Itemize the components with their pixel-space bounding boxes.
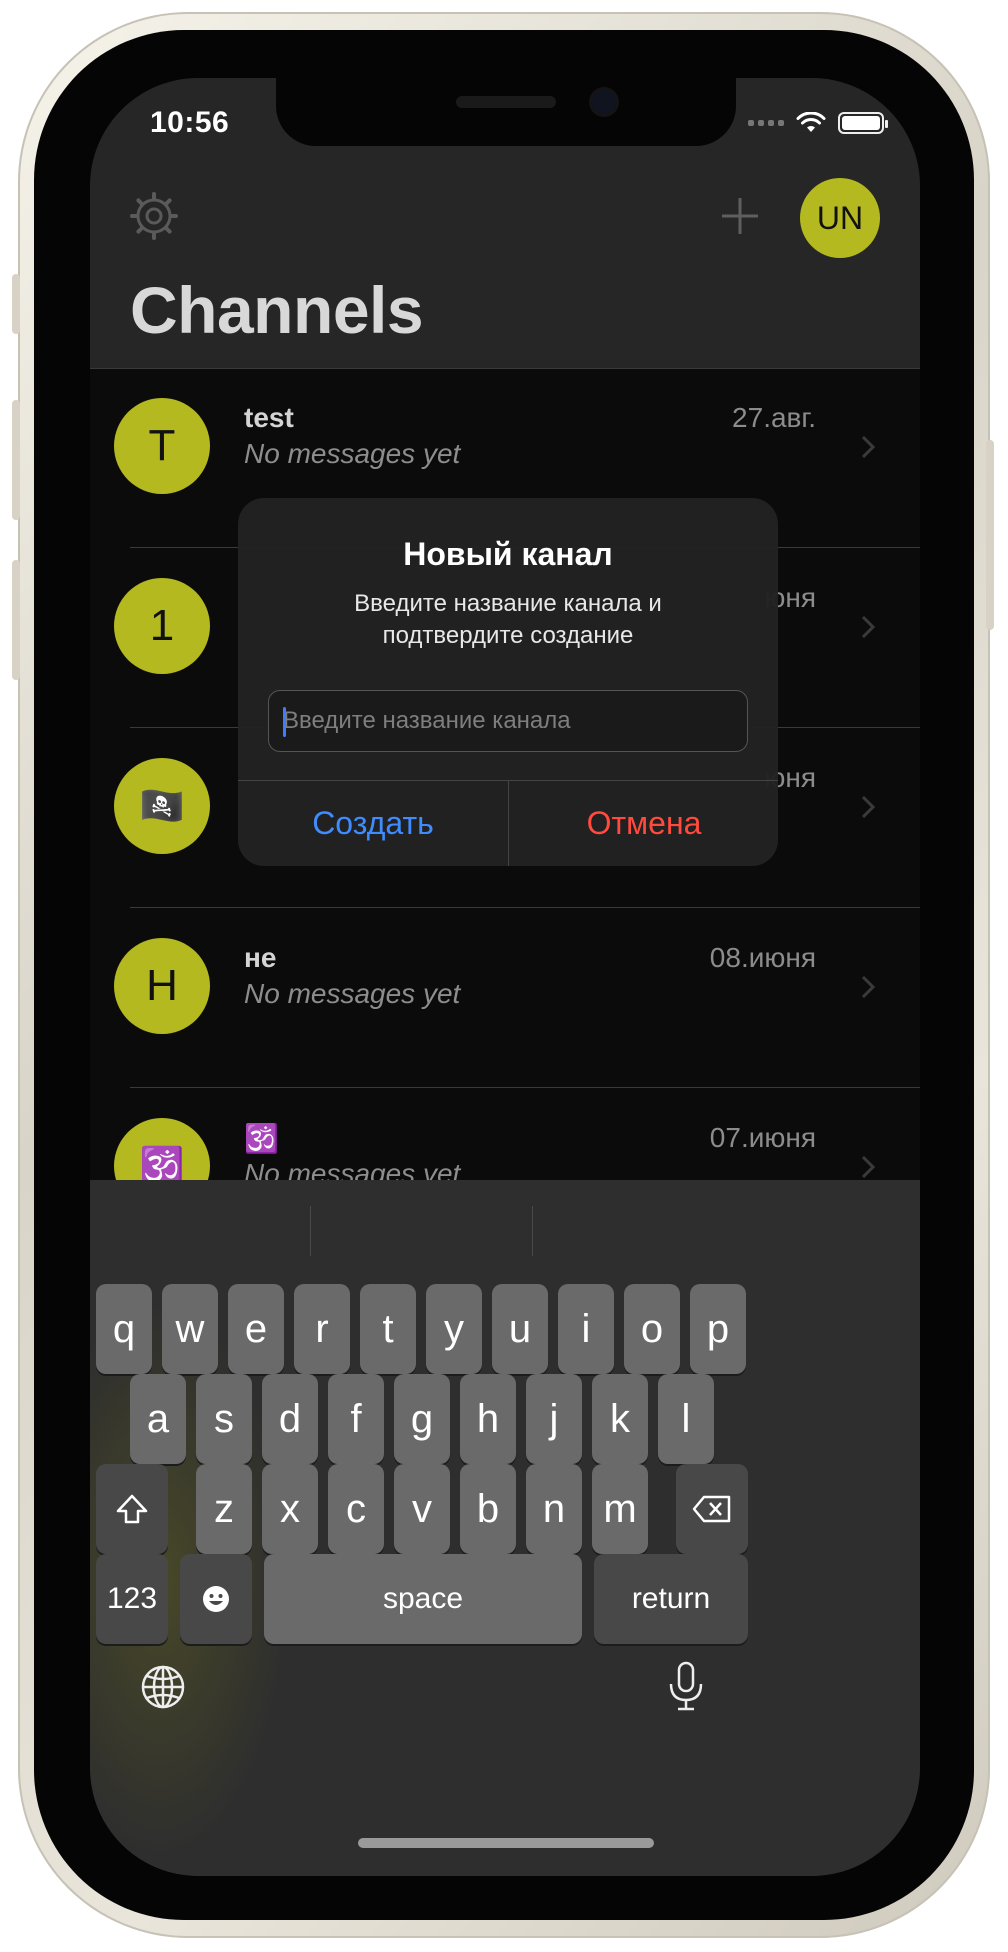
channel-avatar: 🏴‍☠️ [114,758,210,854]
shift-icon [116,1494,148,1524]
keyboard: q w e r t y u i o p a s d f g h j k l z … [90,1180,920,1876]
key-f[interactable]: f [328,1374,384,1464]
cancel-button[interactable]: Отмена [509,780,778,866]
numbers-key[interactable]: 123 [96,1554,168,1644]
key-e[interactable]: e [228,1284,284,1374]
key-w[interactable]: w [162,1284,218,1374]
channel-name-field[interactable] [268,690,748,752]
channel-avatar: Н [114,938,210,1034]
prediction-separator [310,1206,311,1256]
key-c[interactable]: c [328,1464,384,1554]
key-i[interactable]: i [558,1284,614,1374]
add-channel-icon[interactable] [720,196,760,236]
key-l[interactable]: l [658,1374,714,1464]
globe-icon[interactable] [140,1664,186,1710]
key-p[interactable]: p [690,1284,746,1374]
channel-name: 🕉️ [244,1123,279,1154]
chevron-right-icon [861,435,876,459]
user-avatar[interactable]: UN [800,178,880,258]
key-h[interactable]: h [460,1374,516,1464]
emoji-key[interactable] [180,1554,252,1644]
dialog-message: Введите название канала и подтвердите со… [278,588,738,652]
chevron-right-icon [861,975,876,999]
power-button [986,440,994,630]
channel-date: 27.авг. [732,402,816,433]
return-key[interactable]: return [594,1554,748,1644]
speaker [456,96,556,108]
camera [592,90,616,114]
dialog-message-line: Введите название канала и [354,590,662,617]
silent-switch [12,274,20,334]
channel-row-ne[interactable]: Н не No messages yet 08.июня [90,908,920,1088]
channel-name: test [244,402,294,433]
channel-date: 07.июня [709,1122,816,1153]
key-q[interactable]: q [96,1284,152,1374]
key-z[interactable]: z [196,1464,252,1554]
channel-date: 08.июня [709,942,816,973]
backspace-icon [692,1495,731,1523]
key-n[interactable]: n [526,1464,582,1554]
space-key[interactable]: space [264,1554,582,1644]
status-time: 10:56 [150,106,230,139]
key-y[interactable]: y [426,1284,482,1374]
key-t[interactable]: t [360,1284,416,1374]
home-indicator[interactable] [358,1838,654,1848]
key-v[interactable]: v [394,1464,450,1554]
channel-avatar: 1 [114,578,210,674]
prediction-separator [532,1206,533,1256]
battery-icon [838,112,888,134]
key-a[interactable]: a [130,1374,186,1464]
volume-down-button [12,560,20,680]
key-s[interactable]: s [196,1374,252,1464]
key-u[interactable]: u [492,1284,548,1374]
dialog-message-line: подтвердите создание [382,622,634,649]
key-x[interactable]: x [262,1464,318,1554]
delete-key[interactable] [676,1464,748,1554]
channel-avatar: T [114,398,210,494]
chevron-right-icon [861,1155,876,1179]
key-j[interactable]: j [526,1374,582,1464]
page-title: Channels [130,273,424,347]
notch [276,78,736,146]
chevron-right-icon [861,615,876,639]
key-d[interactable]: d [262,1374,318,1464]
wifi-icon [796,112,826,132]
channel-last-message: No messages yet [244,978,461,1009]
chevron-right-icon [861,795,876,819]
create-button[interactable]: Создать [238,780,508,866]
channel-name-input[interactable] [283,691,733,751]
key-k[interactable]: k [592,1374,648,1464]
key-m[interactable]: m [592,1464,648,1554]
channel-last-message: No messages yet [244,438,461,469]
key-r[interactable]: r [294,1284,350,1374]
dialog-title: Новый канал [403,536,613,572]
screen: 10:56 UN Channels T test No messages yet… [90,78,920,1876]
gear-icon[interactable] [128,190,180,242]
channel-name: не [244,942,277,973]
key-g[interactable]: g [394,1374,450,1464]
microphone-icon[interactable] [666,1660,706,1712]
key-o[interactable]: o [624,1284,680,1374]
cellular-signal-icon [748,120,784,126]
text-cursor [283,707,286,737]
status-icons [748,112,888,134]
shift-key[interactable] [96,1464,168,1554]
new-channel-dialog: Новый канал Введите название канала и по… [238,498,778,866]
volume-up-button [12,400,20,520]
emoji-icon [203,1586,229,1612]
key-b[interactable]: b [460,1464,516,1554]
